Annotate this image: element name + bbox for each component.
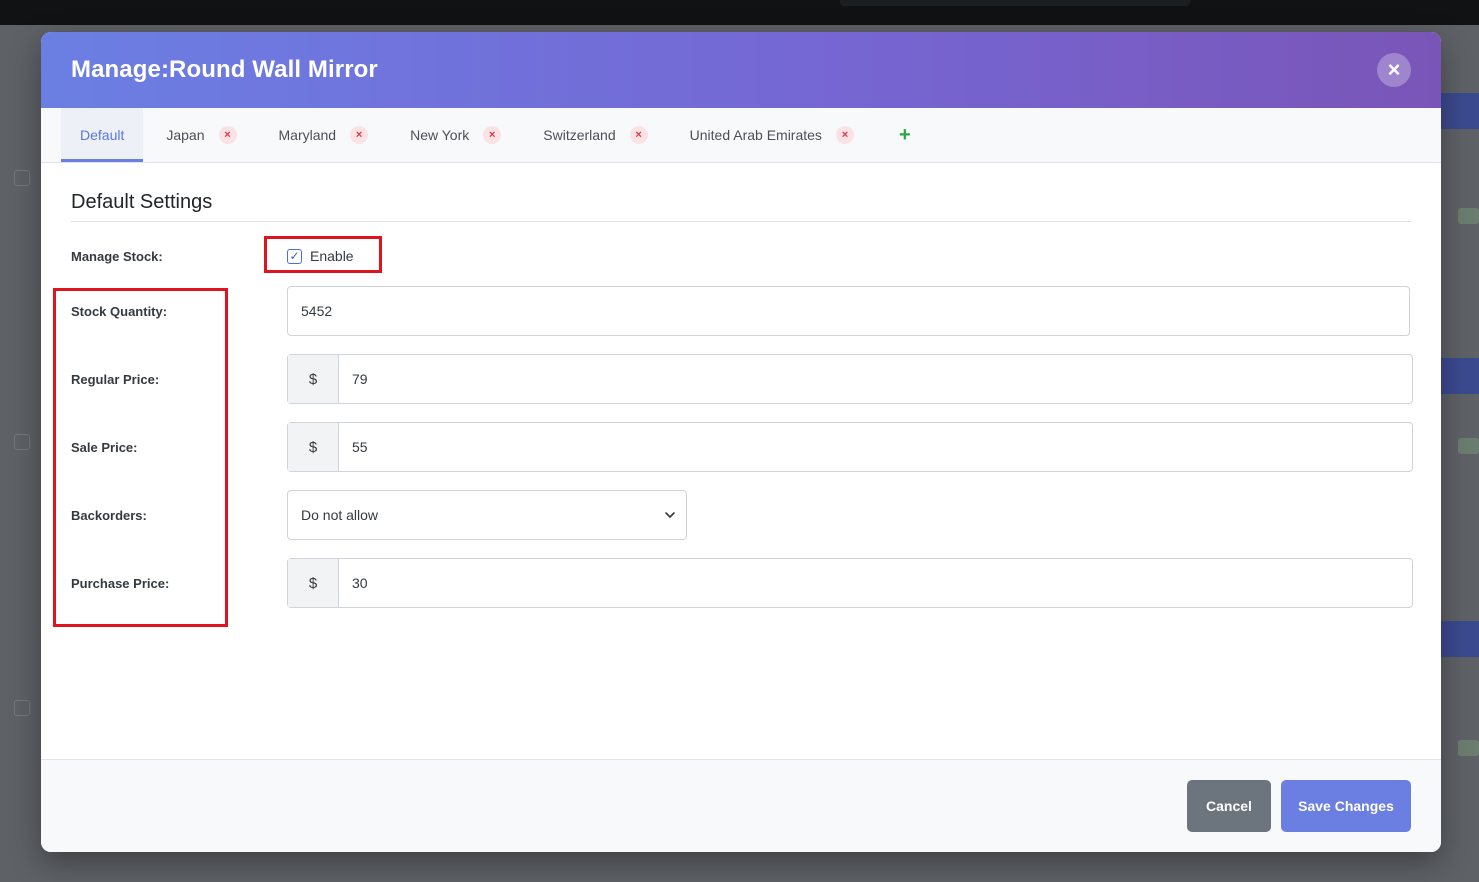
- chevron-down-icon: [665, 512, 675, 518]
- background-status-badge: [1458, 438, 1479, 454]
- remove-tab-icon[interactable]: ×: [835, 126, 854, 144]
- stock-quantity-value: 5452: [301, 303, 333, 319]
- sale-price-input[interactable]: $ 55: [287, 422, 1413, 472]
- admin-bar: [0, 0, 1479, 25]
- background-row-checkbox: [14, 170, 30, 186]
- tab-default[interactable]: Default: [61, 108, 144, 162]
- add-tab-icon[interactable]: +: [877, 108, 933, 162]
- remove-tab-icon[interactable]: ×: [483, 126, 502, 144]
- stock-quantity-input[interactable]: 5452: [287, 286, 1410, 336]
- purchase-price-input[interactable]: $ 30: [287, 558, 1413, 608]
- background-action-button: [1441, 358, 1479, 394]
- tab-label: United Arab Emirates: [689, 127, 822, 143]
- background-status-badge: [1458, 208, 1479, 224]
- currency-addon: $: [288, 355, 339, 403]
- regular-price-value: 79: [352, 371, 368, 387]
- cancel-button[interactable]: Cancel: [1187, 780, 1271, 832]
- highlight-box-labels: [53, 288, 228, 627]
- background-action-button: [1441, 621, 1479, 657]
- section-title: Default Settings: [71, 191, 1411, 222]
- tab-label: Japan: [166, 127, 205, 143]
- location-tabs: Default Japan × Maryland × New York × Switzerla…: [41, 108, 1441, 163]
- sale-price-value: 55: [352, 439, 368, 455]
- tab-new-york[interactable]: New York ×: [391, 108, 520, 162]
- backorders-value: Do not allow: [301, 507, 379, 523]
- modal-title: Manage:Round Wall Mirror: [71, 56, 378, 83]
- tab-united-arab-emirates[interactable]: United Arab Emirates ×: [671, 108, 873, 162]
- admin-search-bar: [840, 0, 1190, 6]
- background-row-checkbox: [14, 700, 30, 716]
- remove-tab-icon[interactable]: ×: [218, 126, 237, 144]
- remove-tab-icon[interactable]: ×: [629, 126, 648, 144]
- background-row-checkbox: [14, 434, 30, 450]
- backorders-select[interactable]: Do not allow: [287, 490, 687, 540]
- tab-maryland[interactable]: Maryland ×: [260, 108, 388, 162]
- tab-label: Default: [80, 127, 125, 143]
- tab-label: Maryland: [278, 127, 337, 143]
- backorders-row: Backorders: Do not allow: [71, 490, 1413, 540]
- currency-addon: $: [288, 423, 339, 471]
- sale-price-row: Sale Price: $ 55: [71, 422, 1413, 472]
- save-changes-button[interactable]: Save Changes: [1281, 780, 1411, 832]
- modal-footer: Cancel Save Changes: [41, 759, 1441, 852]
- manage-product-modal: Manage:Round Wall Mirror × Default Japan ×…: [41, 32, 1441, 852]
- manage-stock-label: Manage Stock:: [71, 248, 163, 264]
- background-action-button: [1441, 93, 1479, 129]
- close-icon: ×: [1387, 57, 1401, 82]
- tab-japan[interactable]: Japan ×: [147, 108, 255, 162]
- regular-price-row: Regular Price: $ 79: [71, 354, 1413, 404]
- tab-label: New York: [410, 127, 470, 143]
- tab-label: Switzerland: [543, 127, 616, 143]
- purchase-price-value: 30: [352, 575, 368, 591]
- regular-price-input[interactable]: $ 79: [287, 354, 1413, 404]
- highlight-box-enable: [264, 236, 382, 273]
- purchase-price-row: Purchase Price: $ 30: [71, 558, 1413, 608]
- tab-switzerland[interactable]: Switzerland ×: [524, 108, 666, 162]
- close-button[interactable]: ×: [1377, 53, 1411, 87]
- modal-header: Manage:Round Wall Mirror ×: [41, 32, 1441, 108]
- currency-addon: $: [288, 559, 339, 607]
- background-status-badge: [1458, 740, 1479, 756]
- stock-quantity-row: Stock Quantity: 5452: [71, 286, 1413, 336]
- modal-body: Default Settings Manage Stock: ✓ Enable …: [41, 163, 1441, 760]
- remove-tab-icon[interactable]: ×: [350, 126, 369, 144]
